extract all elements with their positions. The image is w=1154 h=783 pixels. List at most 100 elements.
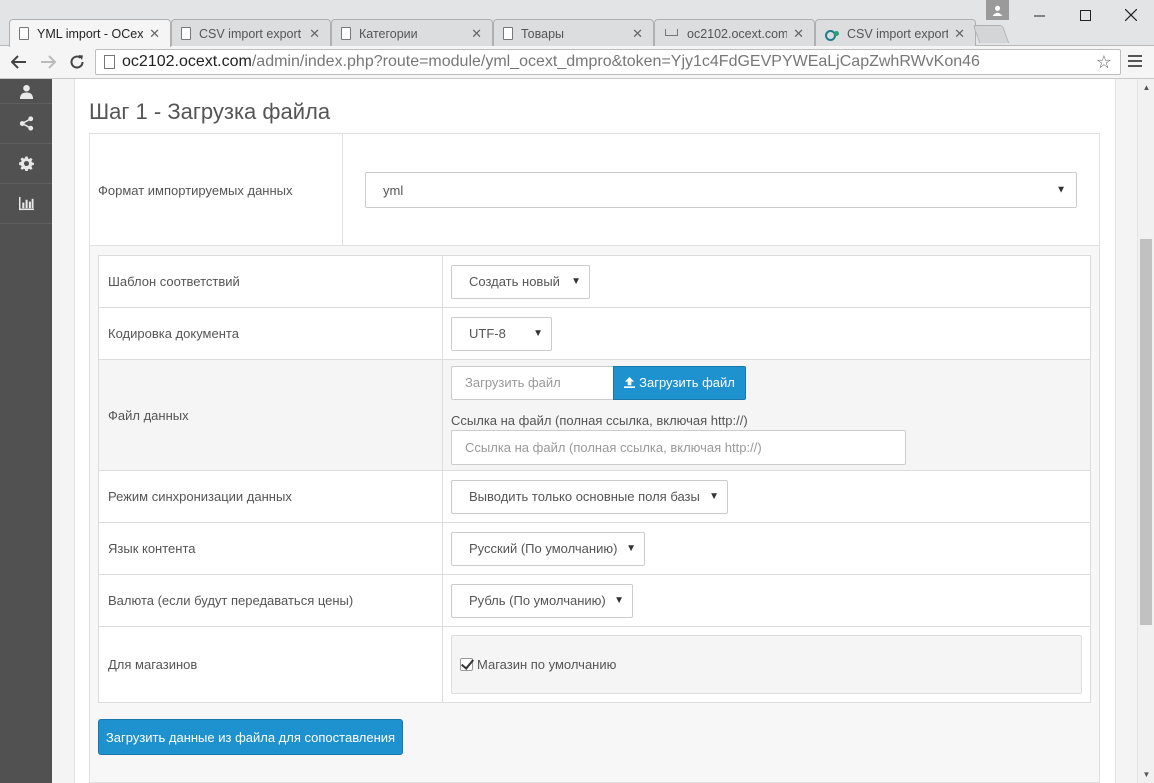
tab-strip: YML import - OCext ✕ CSV import export ✕… <box>0 0 1154 47</box>
currency-cell: Рубль (По умолчанию) ▼ <box>442 574 1091 627</box>
settings-table: Шаблон соответствий Создать новый ▼ Коди… <box>98 255 1091 703</box>
tab-close-icon[interactable]: ✕ <box>793 26 804 42</box>
bookmark-star-icon[interactable]: ☆ <box>1096 52 1112 73</box>
scroll-down-icon[interactable]: ▼ <box>1138 766 1154 783</box>
browser-tab-csv-import-2[interactable]: CSV import export ✕ <box>815 19 976 47</box>
sidebar-item-reports[interactable] <box>0 184 52 224</box>
format-select-value: yml <box>383 182 404 198</box>
caret-down-icon: ▼ <box>571 275 581 287</box>
encoding-cell: UTF-8 ▼ <box>442 307 1091 360</box>
load-data-button[interactable]: Загрузить данные из файла для сопоставле… <box>98 719 403 755</box>
sync-mode-cell: Выводить только основные поля базы ▼ <box>442 470 1091 523</box>
page-icon <box>104 55 115 69</box>
reload-icon <box>70 55 84 69</box>
store-list: Магазин по умолчанию <box>451 635 1082 694</box>
caret-down-icon: ▼ <box>626 542 636 554</box>
default-store-checkbox[interactable] <box>460 658 473 671</box>
sync-mode-select-value: Выводить только основные поля базы <box>469 488 700 504</box>
url-host: oc2102.ocext.com <box>122 53 252 70</box>
browser-tab-csv-import[interactable]: CSV import export ✕ <box>171 19 331 47</box>
template-select[interactable]: Создать новый ▼ <box>451 264 590 299</box>
table-row: Кодировка документа UTF-8 ▼ <box>98 307 1091 360</box>
encoding-select-value: UTF-8 <box>469 325 506 341</box>
tab-close-icon[interactable]: ✕ <box>471 26 482 42</box>
vertical-scrollbar[interactable]: ▲ ▼ <box>1137 79 1154 783</box>
maximize-button[interactable] <box>1062 0 1108 30</box>
gear-icon <box>18 156 34 171</box>
maximize-icon <box>1079 9 1091 21</box>
page-title: Шаг 1 - Загрузка файла <box>89 99 331 124</box>
file-url-input[interactable]: Ссылка на файл (полная ссылка, включая h… <box>451 429 906 465</box>
bar-chart-icon <box>18 196 34 211</box>
encoding-label: Кодировка документа <box>98 307 443 360</box>
scroll-thumb[interactable] <box>1140 239 1152 625</box>
upload-file-input[interactable]: Загрузить файл <box>451 365 613 400</box>
browser-tab-categories[interactable]: Категории ✕ <box>331 19 493 47</box>
format-section: Формат импортируемых данных yml ▼ <box>89 133 1100 246</box>
tab-title: Категории <box>359 26 418 41</box>
reload-button[interactable] <box>66 51 88 73</box>
language-label: Язык контента <box>98 522 443 575</box>
page-icon <box>341 27 351 40</box>
caret-down-icon: ▼ <box>614 594 624 606</box>
browser-tab-products[interactable]: Товары ✕ <box>493 19 654 47</box>
tab-title: YML import - OCext <box>37 26 144 41</box>
tab-close-icon[interactable]: ✕ <box>149 26 160 42</box>
person-icon <box>992 5 1003 16</box>
upload-icon <box>624 377 636 388</box>
table-row: Для магазинов Магазин по умолчанию <box>98 626 1091 703</box>
sidebar-item-settings[interactable] <box>0 144 52 184</box>
close-window-button[interactable] <box>1108 0 1154 30</box>
url-path: /admin/index.php?route=module/yml_ocext_… <box>251 53 980 70</box>
caret-down-icon: ▼ <box>1056 184 1066 196</box>
language-cell: Русский (По умолчанию) ▼ <box>442 522 1091 575</box>
browser-menu-icon[interactable] <box>1128 52 1142 72</box>
page-icon <box>181 27 191 40</box>
table-row: Язык контента Русский (По умолчанию) ▼ <box>98 522 1091 575</box>
forward-button[interactable] <box>37 51 59 73</box>
address-bar[interactable]: oc2102.ocext.com/admin/index.php?route=m… <box>95 49 1121 75</box>
template-select-value: Создать новый <box>469 273 560 289</box>
minimize-icon <box>1033 15 1045 16</box>
page-viewport: Шаг 1 - Загрузка файла Формат импортируе… <box>0 79 1154 783</box>
stores-cell: Магазин по умолчанию <box>442 626 1091 703</box>
tab-close-icon[interactable]: ✕ <box>954 26 965 42</box>
table-row: Режим синхронизации данных Выводить толь… <box>98 470 1091 523</box>
tab-title: Товары <box>521 26 564 41</box>
content-panel: Шаг 1 - Загрузка файла Формат импортируе… <box>74 79 1116 783</box>
format-select[interactable]: yml ▼ <box>365 172 1077 208</box>
scroll-up-icon[interactable]: ▲ <box>1138 79 1154 96</box>
template-label: Шаблон соответствий <box>98 255 443 308</box>
ocext-icon <box>825 29 839 41</box>
currency-select-value: Рубль (По умолчанию) <box>469 592 606 608</box>
page-icon <box>19 27 29 40</box>
sidebar-item-customers[interactable] <box>0 79 52 104</box>
language-select[interactable]: Русский (По умолчанию) ▼ <box>451 531 645 566</box>
sync-mode-select[interactable]: Выводить только основные поля базы ▼ <box>451 479 728 514</box>
table-row: Шаблон соответствий Создать новый ▼ <box>98 255 1091 308</box>
user-icon <box>19 84 33 99</box>
file-url-help: Ссылка на файл (полная ссылка, включая h… <box>451 412 748 428</box>
encoding-select[interactable]: UTF-8 ▼ <box>451 316 552 351</box>
file-cell: Загрузить файл Загрузить файл Ссылка на … <box>442 359 1091 471</box>
browser-tab-yml-import[interactable]: YML import - OCext ✕ <box>9 19 171 47</box>
browser-tab-store[interactable]: oc2102.ocext.com/ ✕ <box>654 19 815 47</box>
currency-label: Валюта (если будут передаваться цены) <box>98 574 443 627</box>
currency-select[interactable]: Рубль (По умолчанию) ▼ <box>451 583 633 618</box>
back-button[interactable] <box>8 51 30 73</box>
browser-toolbar: oc2102.ocext.com/admin/index.php?route=m… <box>0 46 1154 79</box>
admin-sidebar <box>0 79 52 783</box>
user-profile-icon[interactable] <box>986 0 1009 20</box>
default-store-label: Магазин по умолчанию <box>477 657 617 672</box>
upload-file-button[interactable]: Загрузить файл <box>613 365 746 400</box>
share-icon <box>19 116 33 131</box>
tab-title: CSV import export <box>199 26 302 41</box>
minimize-button[interactable] <box>1016 0 1062 30</box>
tab-close-icon[interactable]: ✕ <box>632 26 643 42</box>
sync-mode-label: Режим синхронизации данных <box>98 470 443 523</box>
sidebar-item-marketing[interactable] <box>0 104 52 144</box>
new-tab-button[interactable] <box>972 25 1010 43</box>
tab-close-icon[interactable]: ✕ <box>309 26 320 42</box>
page-icon <box>503 27 513 40</box>
caret-down-icon: ▼ <box>709 490 719 502</box>
